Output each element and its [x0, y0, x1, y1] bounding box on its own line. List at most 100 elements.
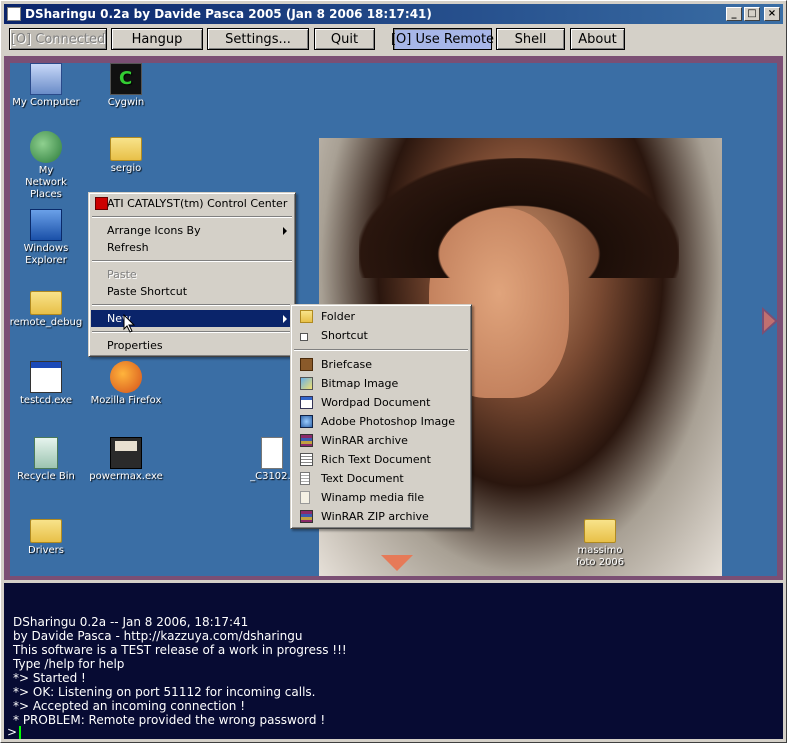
- briefcase-icon: [300, 358, 313, 371]
- menu-item-label: Folder: [321, 310, 355, 323]
- about-button[interactable]: About: [570, 28, 625, 50]
- ati-icon: [95, 197, 108, 210]
- console-output[interactable]: DSharingu 0.2a -- Jan 8 2006, 18:17:41 b…: [4, 583, 783, 739]
- new-item-text-document[interactable]: Text Document: [293, 469, 469, 488]
- menu-item-label: Adobe Photoshop Image: [321, 415, 456, 428]
- menu-item-label: Properties: [107, 339, 163, 352]
- menu-item-label: Refresh: [107, 241, 149, 254]
- folder-icon: [110, 137, 142, 161]
- winrar-zip-icon: [300, 510, 313, 523]
- desktop-icon-label: testcd.exe: [20, 395, 72, 406]
- console-line: *> OK: Listening on port 51112 for incom…: [13, 685, 316, 699]
- wordpad-icon: [300, 396, 313, 409]
- desktop-icon-remote-debug[interactable]: remote_debug: [10, 285, 86, 329]
- document-icon: [261, 437, 283, 469]
- scroll-right-arrow-icon[interactable]: [762, 307, 777, 335]
- new-item-folder[interactable]: Folder: [293, 307, 469, 326]
- desktop-icon-my-network-places[interactable]: My Network Places: [10, 131, 86, 201]
- desktop-icon-powermax[interactable]: powermax.exe: [86, 437, 166, 483]
- remote-view[interactable]: My Computer Cygwin My Network Places ser…: [4, 56, 783, 580]
- window-title: DSharingu 0.2a by Davide Pasca 2005 (Jan…: [25, 7, 432, 21]
- new-item-winamp-media-file[interactable]: Winamp media file: [293, 488, 469, 507]
- desktop-context-menu: ATI CATALYST(tm) Control Center Arrange …: [88, 192, 296, 357]
- connected-button[interactable]: [O] Connected: [9, 28, 107, 50]
- desktop-icon-drivers[interactable]: Drivers: [10, 513, 86, 557]
- menu-item-properties[interactable]: Properties: [91, 337, 293, 354]
- menu-item-new[interactable]: New: [91, 310, 293, 327]
- menu-item-label: Paste Shortcut: [107, 285, 188, 298]
- remote-desktop[interactable]: My Computer Cygwin My Network Places ser…: [10, 63, 777, 576]
- desktop-icon-testcd[interactable]: testcd.exe: [10, 361, 86, 407]
- console-line: This software is a TEST release of a wor…: [13, 643, 347, 657]
- hangup-button[interactable]: Hangup: [111, 28, 203, 50]
- menu-separator: [92, 216, 292, 218]
- desktop-icon-label: Mozilla Firefox: [90, 395, 162, 406]
- new-item-rich-text-document[interactable]: Rich Text Document: [293, 450, 469, 469]
- console-input[interactable]: >: [7, 725, 22, 739]
- menu-item-label: Arrange Icons By: [107, 224, 201, 237]
- floppy-icon: [110, 437, 142, 469]
- new-item-wordpad-document[interactable]: Wordpad Document: [293, 393, 469, 412]
- text-document-icon: [300, 472, 310, 485]
- menu-separator: [294, 349, 468, 351]
- menu-item-refresh[interactable]: Refresh: [91, 239, 293, 256]
- desktop-icon-massimo-foto[interactable]: massimo foto 2006: [560, 513, 640, 569]
- scroll-down-arrow-icon[interactable]: [381, 555, 413, 571]
- menu-item-label: Winamp media file: [321, 491, 425, 504]
- exe-icon: [30, 361, 62, 393]
- folder-icon: [30, 291, 62, 315]
- mouse-cursor-icon: [123, 314, 136, 333]
- new-item-winrar-zip-archive[interactable]: WinRAR ZIP archive: [293, 507, 469, 526]
- desktop-icon-mozilla-firefox[interactable]: Mozilla Firefox: [86, 361, 166, 407]
- menu-item-label: Rich Text Document: [321, 453, 431, 466]
- menu-item-label: Paste: [107, 268, 137, 281]
- desktop-icon-label: Windows Explorer: [23, 243, 69, 266]
- shell-button[interactable]: Shell: [496, 28, 565, 50]
- console-line: * PROBLEM: Remote provided the wrong pas…: [13, 713, 326, 727]
- new-item-bitmap-image[interactable]: Bitmap Image: [293, 374, 469, 393]
- maximize-button[interactable]: □: [744, 7, 760, 21]
- windows-explorer-icon: [30, 209, 62, 241]
- firefox-icon: [110, 361, 142, 393]
- menu-item-label: WinRAR ZIP archive: [321, 510, 429, 523]
- console-line: by Davide Pasca - http://kazzuya.com/dsh…: [13, 629, 303, 643]
- desktop-icon-windows-explorer[interactable]: Windows Explorer: [10, 209, 86, 267]
- desktop-icon-recycle-bin[interactable]: Recycle Bin: [10, 437, 86, 483]
- menu-item-paste[interactable]: Paste: [91, 266, 293, 283]
- menu-item-label: WinRAR archive: [321, 434, 408, 447]
- desktop-icon-label: massimo foto 2006: [575, 545, 625, 568]
- bitmap-icon: [300, 377, 313, 390]
- text-caret: [19, 725, 22, 739]
- new-item-briefcase[interactable]: Briefcase: [293, 355, 469, 374]
- desktop-icon-label: Drivers: [28, 545, 64, 556]
- menu-separator: [92, 331, 292, 333]
- new-item-winrar-archive[interactable]: WinRAR archive: [293, 431, 469, 450]
- desktop-icon-label: My Network Places: [25, 165, 67, 200]
- desktop-icon-sergio[interactable]: sergio: [86, 131, 166, 175]
- photoshop-icon: [300, 415, 313, 428]
- desktop-icon-label: sergio: [110, 163, 142, 174]
- minimize-button[interactable]: _: [726, 7, 742, 21]
- menu-item-ati-catalyst[interactable]: ATI CATALYST(tm) Control Center: [91, 195, 293, 212]
- console-line: *> Accepted an incoming connection !: [13, 699, 246, 713]
- app-window: DSharingu 0.2a by Davide Pasca 2005 (Jan…: [0, 0, 787, 743]
- menu-item-paste-shortcut[interactable]: Paste Shortcut: [91, 283, 293, 300]
- desktop-icon-my-computer[interactable]: My Computer: [10, 63, 86, 109]
- menu-item-label: Bitmap Image: [321, 377, 399, 390]
- menu-item-arrange-icons-by[interactable]: Arrange Icons By: [91, 222, 293, 239]
- quit-button[interactable]: Quit: [314, 28, 375, 50]
- desktop-icon-label: My Computer: [12, 97, 80, 108]
- console-line: DSharingu 0.2a -- Jan 8 2006, 18:17:41: [13, 615, 249, 629]
- console-prompt: >: [7, 725, 18, 739]
- title-bar[interactable]: DSharingu 0.2a by Davide Pasca 2005 (Jan…: [4, 4, 783, 24]
- new-item-shortcut[interactable]: Shortcut: [293, 326, 469, 345]
- settings-button[interactable]: Settings...: [207, 28, 309, 50]
- new-item-photoshop-image[interactable]: Adobe Photoshop Image: [293, 412, 469, 431]
- desktop-icon-label: remote_debug: [10, 317, 83, 328]
- folder-icon: [30, 519, 62, 543]
- menu-item-label: Wordpad Document: [321, 396, 431, 409]
- submenu-arrow-icon: [283, 227, 287, 235]
- use-remote-button[interactable]: [O] Use Remote: [391, 28, 494, 50]
- desktop-icon-cygwin[interactable]: Cygwin: [86, 63, 166, 109]
- close-button[interactable]: ×: [764, 7, 780, 21]
